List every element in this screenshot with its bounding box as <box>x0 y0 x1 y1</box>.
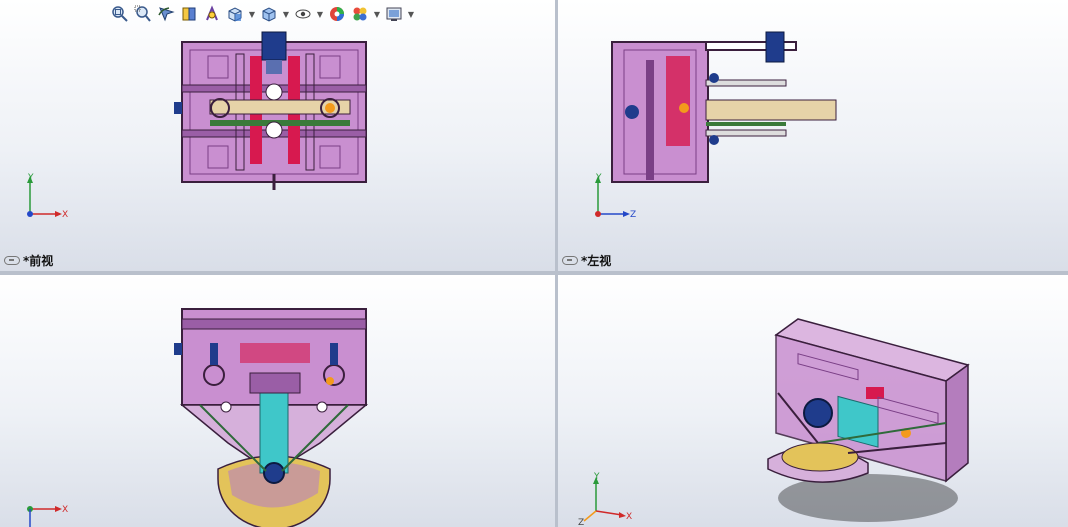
heads-up-view-toolbar: ▼ ▼ ▼ ▼ ▼ <box>110 3 415 25</box>
coordinate-triad-left: Y Z <box>595 173 636 220</box>
viewport-splitter-vertical[interactable] <box>555 0 558 527</box>
zoom-to-fit-button[interactable] <box>110 4 130 24</box>
view-orientation-button[interactable] <box>225 4 245 24</box>
triad-z-label: Z <box>630 210 636 220</box>
coordinate-triad: Y X <box>27 173 68 220</box>
zoom-to-area-icon <box>134 5 151 22</box>
triad-y-label: Y <box>593 472 600 482</box>
zoom-to-fit-icon <box>112 6 128 22</box>
triad-x-label: X <box>626 512 632 522</box>
edit-appearance-icon <box>330 7 344 21</box>
zoom-to-area-button[interactable] <box>133 4 153 24</box>
view-settings-dropdown[interactable]: ▼ <box>407 4 415 24</box>
display-style-icon <box>262 7 276 22</box>
hide-show-items-icon <box>295 9 311 19</box>
isometric-viewport[interactable]: Y X Z <box>558 275 1068 527</box>
previous-view-icon <box>158 7 175 22</box>
link-views-icon[interactable] <box>562 256 578 265</box>
bottom-view-model <box>174 308 369 527</box>
previous-view-button[interactable] <box>156 4 176 24</box>
hide-show-items-button[interactable] <box>293 4 313 24</box>
apply-scene-button[interactable] <box>350 4 370 24</box>
front-view-model <box>174 31 367 190</box>
left-view-model <box>611 31 837 183</box>
link-views-icon[interactable] <box>4 256 20 265</box>
triad-y-label: Y <box>27 173 34 183</box>
view-orientation-icon <box>228 7 242 22</box>
section-view-button[interactable] <box>179 4 199 24</box>
left-view-name: *左视 <box>581 254 612 268</box>
triad-x-label: X <box>62 210 68 220</box>
hide-show-items-dropdown[interactable]: ▼ <box>316 4 324 24</box>
coordinate-triad-iso: Y X Z <box>578 472 632 527</box>
left-viewport[interactable]: Y Z *左视 <box>558 0 1068 271</box>
display-style-dropdown[interactable]: ▼ <box>282 4 290 24</box>
view-orientation-dropdown[interactable]: ▼ <box>248 4 256 24</box>
dynamic-annotation-button[interactable] <box>202 4 222 24</box>
viewport-label-front: *前视 <box>4 252 53 269</box>
triad-x-label: X <box>62 505 68 515</box>
section-view-icon <box>182 7 196 21</box>
front-view-name: *前视 <box>23 254 54 268</box>
triad-y-label: Y <box>595 173 602 183</box>
coordinate-triad-bottom: X <box>27 505 68 527</box>
front-viewport[interactable]: Y X *前视 <box>0 0 555 271</box>
isometric-view-model <box>767 318 970 522</box>
apply-scene-dropdown[interactable]: ▼ <box>373 4 381 24</box>
view-settings-icon <box>386 7 402 21</box>
viewport-splitter-horizontal[interactable] <box>0 271 1068 275</box>
viewport-label-left: *左视 <box>562 252 611 269</box>
apply-scene-icon <box>353 7 367 21</box>
view-settings-button[interactable] <box>384 4 404 24</box>
edit-appearance-button[interactable] <box>327 4 347 24</box>
dynamic-annotation-icon <box>206 5 218 21</box>
display-style-button[interactable] <box>259 4 279 24</box>
bottom-viewport[interactable]: X <box>0 275 555 527</box>
triad-z-label: Z <box>578 518 584 527</box>
